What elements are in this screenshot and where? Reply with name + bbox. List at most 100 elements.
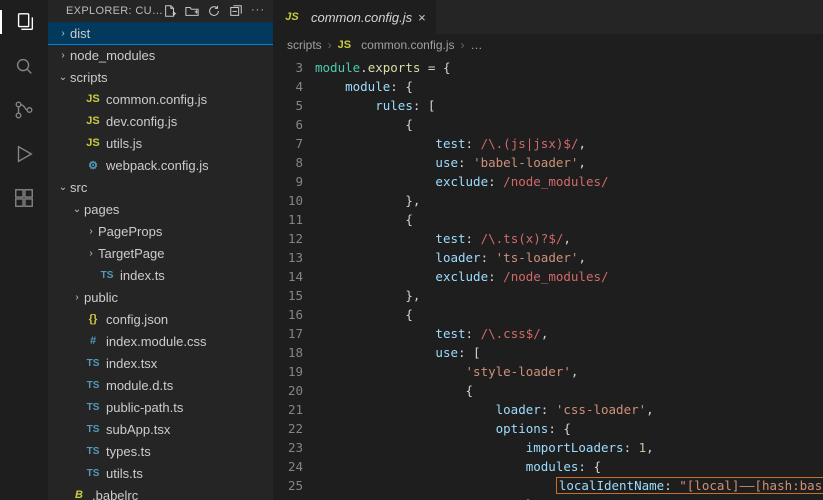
code-source: test: /\.css$/, [315,324,548,343]
file-row[interactable]: ⚙webpack.config.js [48,154,273,176]
file-row[interactable]: TSsubApp.tsx [48,418,273,440]
file-row[interactable]: TSmodule.d.ts [48,374,273,396]
file-row[interactable]: TStypes.ts [48,440,273,462]
chevron-down-icon: ⌄ [70,204,84,215]
code-source: }, [315,286,420,305]
line-number: 6 [273,115,315,134]
folder-row[interactable]: ›dist [48,22,273,44]
file-row[interactable]: JSutils.js [48,132,273,154]
line-number: 8 [273,153,315,172]
code-line[interactable]: 23 importLoaders: 1, [273,438,823,457]
js-icon: JS [338,39,351,51]
collapse-all-icon[interactable] [229,4,243,18]
code-line[interactable]: 26 } [273,495,823,500]
ts-file-icon: TS [84,402,102,413]
line-number: 23 [273,438,315,457]
refresh-icon[interactable] [207,4,221,18]
folder-row[interactable]: ›public [48,286,273,308]
code-line[interactable]: 20 { [273,381,823,400]
close-icon[interactable]: × [418,10,426,25]
code-source: localIdentName: "[local]——[hash:base64:5… [315,476,823,495]
code-line[interactable]: 10 }, [273,191,823,210]
code-line[interactable]: 16 { [273,305,823,324]
code-line[interactable]: 9 exclude: /node_modules/ [273,172,823,191]
folder-row[interactable]: ⌄src [48,176,273,198]
tab-common-config[interactable]: JS common.config.js × [273,0,436,34]
file-label: config.json [106,312,168,327]
source-control-icon[interactable] [12,98,36,122]
extensions-icon[interactable] [12,186,36,210]
ts-file-icon: TS [84,380,102,391]
code-source: { [315,305,413,324]
code-line[interactable]: 24 modules: { [273,457,823,476]
code-source: module: { [315,77,413,96]
folder-label: public [84,290,118,305]
explorer-title: EXPLORER: CUS… [66,5,163,17]
explorer-sidebar: EXPLORER: CUS… ··· ›dist›node_modules⌄sc… [48,0,273,500]
breadcrumb[interactable]: scripts › JS common.config.js › … [273,34,823,56]
file-row[interactable]: TSindex.tsx [48,352,273,374]
new-folder-icon[interactable] [185,4,199,18]
code-line[interactable]: 19 'style-loader', [273,362,823,381]
code-line[interactable]: 8 use: 'babel-loader', [273,153,823,172]
search-icon[interactable] [12,54,36,78]
more-icon[interactable]: ··· [251,4,265,18]
file-tree[interactable]: ›dist›node_modules⌄scriptsJScommon.confi… [48,22,273,500]
run-debug-icon[interactable] [12,142,36,166]
code-line[interactable]: 11 { [273,210,823,229]
file-row[interactable]: {}config.json [48,308,273,330]
code-line[interactable]: 12 test: /\.ts(x)?$/, [273,229,823,248]
chevron-right-icon: › [70,292,84,303]
code-source: loader: 'css-loader', [315,400,654,419]
code-line[interactable]: 17 test: /\.css$/, [273,324,823,343]
ts-file-icon: TS [98,270,116,281]
breadcrumb-seg-scripts[interactable]: scripts [287,38,322,52]
folder-row[interactable]: ⌄scripts [48,66,273,88]
code-line[interactable]: 7 test: /\.(js|jsx)$/, [273,134,823,153]
file-row[interactable]: B.babelrc [48,484,273,500]
explorer-header: EXPLORER: CUS… ··· [48,0,273,22]
line-number: 25 [273,476,315,495]
line-number: 19 [273,362,315,381]
gear-file-icon: ⚙ [84,159,102,172]
chevron-right-icon: › [56,28,70,39]
code-line[interactable]: 21 loader: 'css-loader', [273,400,823,419]
breadcrumb-tail[interactable]: … [471,38,483,52]
code-editor[interactable]: 3module.exports = {4 module: {5 rules: [… [273,56,823,500]
file-label: index.ts [120,268,165,283]
code-line[interactable]: 14 exclude: /node_modules/ [273,267,823,286]
code-line[interactable]: 3module.exports = { [273,58,823,77]
code-source: 'style-loader', [315,362,578,381]
code-line[interactable]: 5 rules: [ [273,96,823,115]
code-line[interactable]: 4 module: { [273,77,823,96]
folder-label: node_modules [70,48,155,63]
folder-row[interactable]: ›node_modules [48,44,273,66]
file-row[interactable]: JScommon.config.js [48,88,273,110]
folder-row[interactable]: ⌄pages [48,198,273,220]
code-source: { [315,210,413,229]
code-line[interactable]: 18 use: [ [273,343,823,362]
code-line[interactable]: 25 localIdentName: "[local]——[hash:base6… [273,476,823,495]
code-source: modules: { [315,457,601,476]
code-line[interactable]: 13 loader: 'ts-loader', [273,248,823,267]
activity-bar [0,0,48,500]
code-line[interactable]: 22 options: { [273,419,823,438]
breadcrumb-seg-file[interactable]: common.config.js [361,38,454,52]
code-source: { [315,115,413,134]
code-source: { [315,381,473,400]
file-row[interactable]: TSutils.ts [48,462,273,484]
editor-tabs: JS common.config.js × [273,0,823,34]
code-line[interactable]: 6 { [273,115,823,134]
file-row[interactable]: TS index.ts [48,264,273,286]
code-line[interactable]: 15 }, [273,286,823,305]
line-number: 20 [273,381,315,400]
new-file-icon[interactable] [163,4,177,18]
file-row[interactable]: JSdev.config.js [48,110,273,132]
code-source: use: 'babel-loader', [315,153,586,172]
file-row[interactable]: TSpublic-path.ts [48,396,273,418]
file-row[interactable]: #index.module.css [48,330,273,352]
ts-file-icon: TS [84,468,102,479]
folder-row[interactable]: ›PageProps [48,220,273,242]
folder-row[interactable]: ›TargetPage [48,242,273,264]
files-icon[interactable] [0,10,48,34]
